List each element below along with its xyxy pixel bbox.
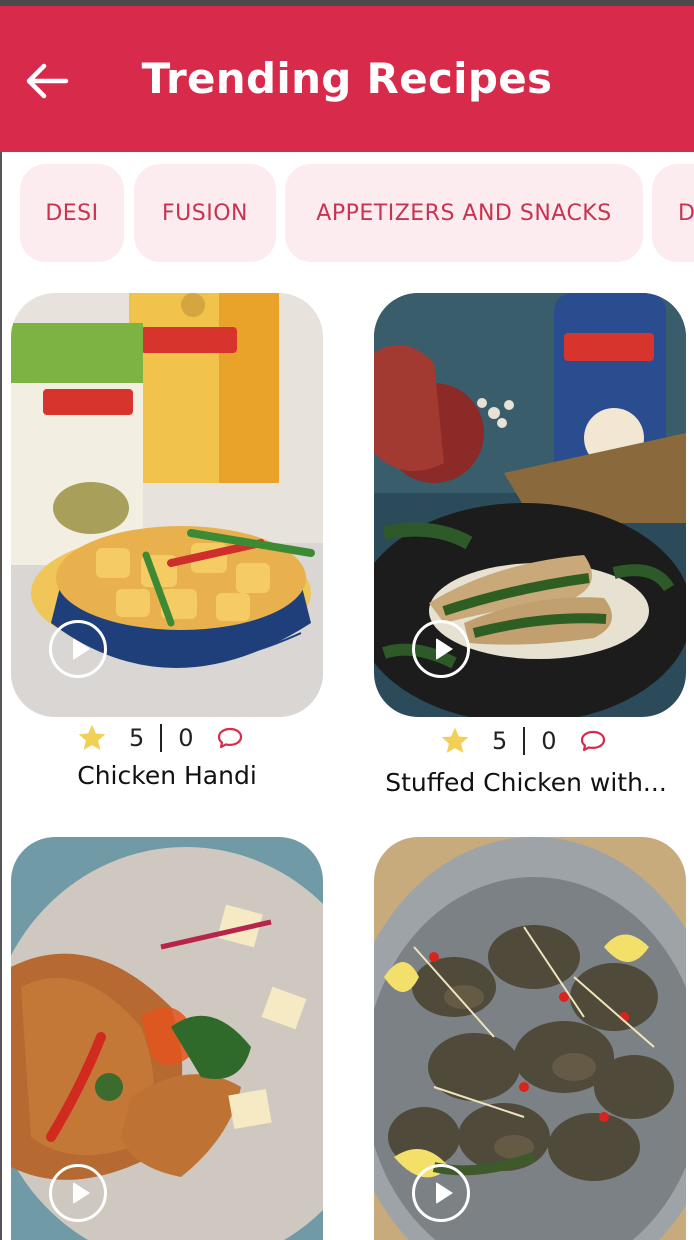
category-chips: DESI FUSION APPETIZERS AND SNACKS D (20, 164, 694, 262)
recipe-card-stuffed-chicken[interactable]: 5 0 Stuffed Chicken with... (374, 293, 686, 803)
comment-count: 0 (541, 727, 557, 755)
rating-value: 5 (492, 727, 508, 755)
recipe-card-3[interactable] (11, 837, 323, 1240)
rating-value: 5 (129, 724, 145, 752)
chip-appetizers-and-snacks[interactable]: APPETIZERS AND SNACKS (285, 164, 643, 262)
star-icon (441, 727, 469, 753)
divider (160, 724, 163, 752)
page-title: Trending Recipes (141, 54, 553, 103)
play-video-button[interactable] (412, 1164, 470, 1222)
app-header: Trending Recipes (0, 6, 694, 152)
comment-icon[interactable] (216, 725, 244, 751)
chip-partial[interactable]: D (652, 164, 694, 262)
chip-desi[interactable]: DESI (20, 164, 124, 262)
play-video-button[interactable] (412, 620, 470, 678)
recipe-stats: 5 0 (75, 720, 244, 756)
window-edge (0, 152, 2, 1240)
play-video-button[interactable] (49, 620, 107, 678)
divider (523, 727, 526, 755)
recipe-title: Chicken Handi (77, 761, 257, 790)
recipe-card-chicken-handi[interactable]: 5 0 Chicken Handi (11, 293, 323, 803)
star-icon (78, 724, 106, 750)
chip-fusion[interactable]: FUSION (134, 164, 276, 262)
comment-icon[interactable] (579, 728, 607, 754)
recipe-title: Stuffed Chicken with... (385, 768, 667, 797)
recipe-stats: 5 0 (438, 723, 607, 759)
comment-count: 0 (178, 724, 194, 752)
play-video-button[interactable] (49, 1164, 107, 1222)
recipe-card-4[interactable] (374, 837, 686, 1240)
